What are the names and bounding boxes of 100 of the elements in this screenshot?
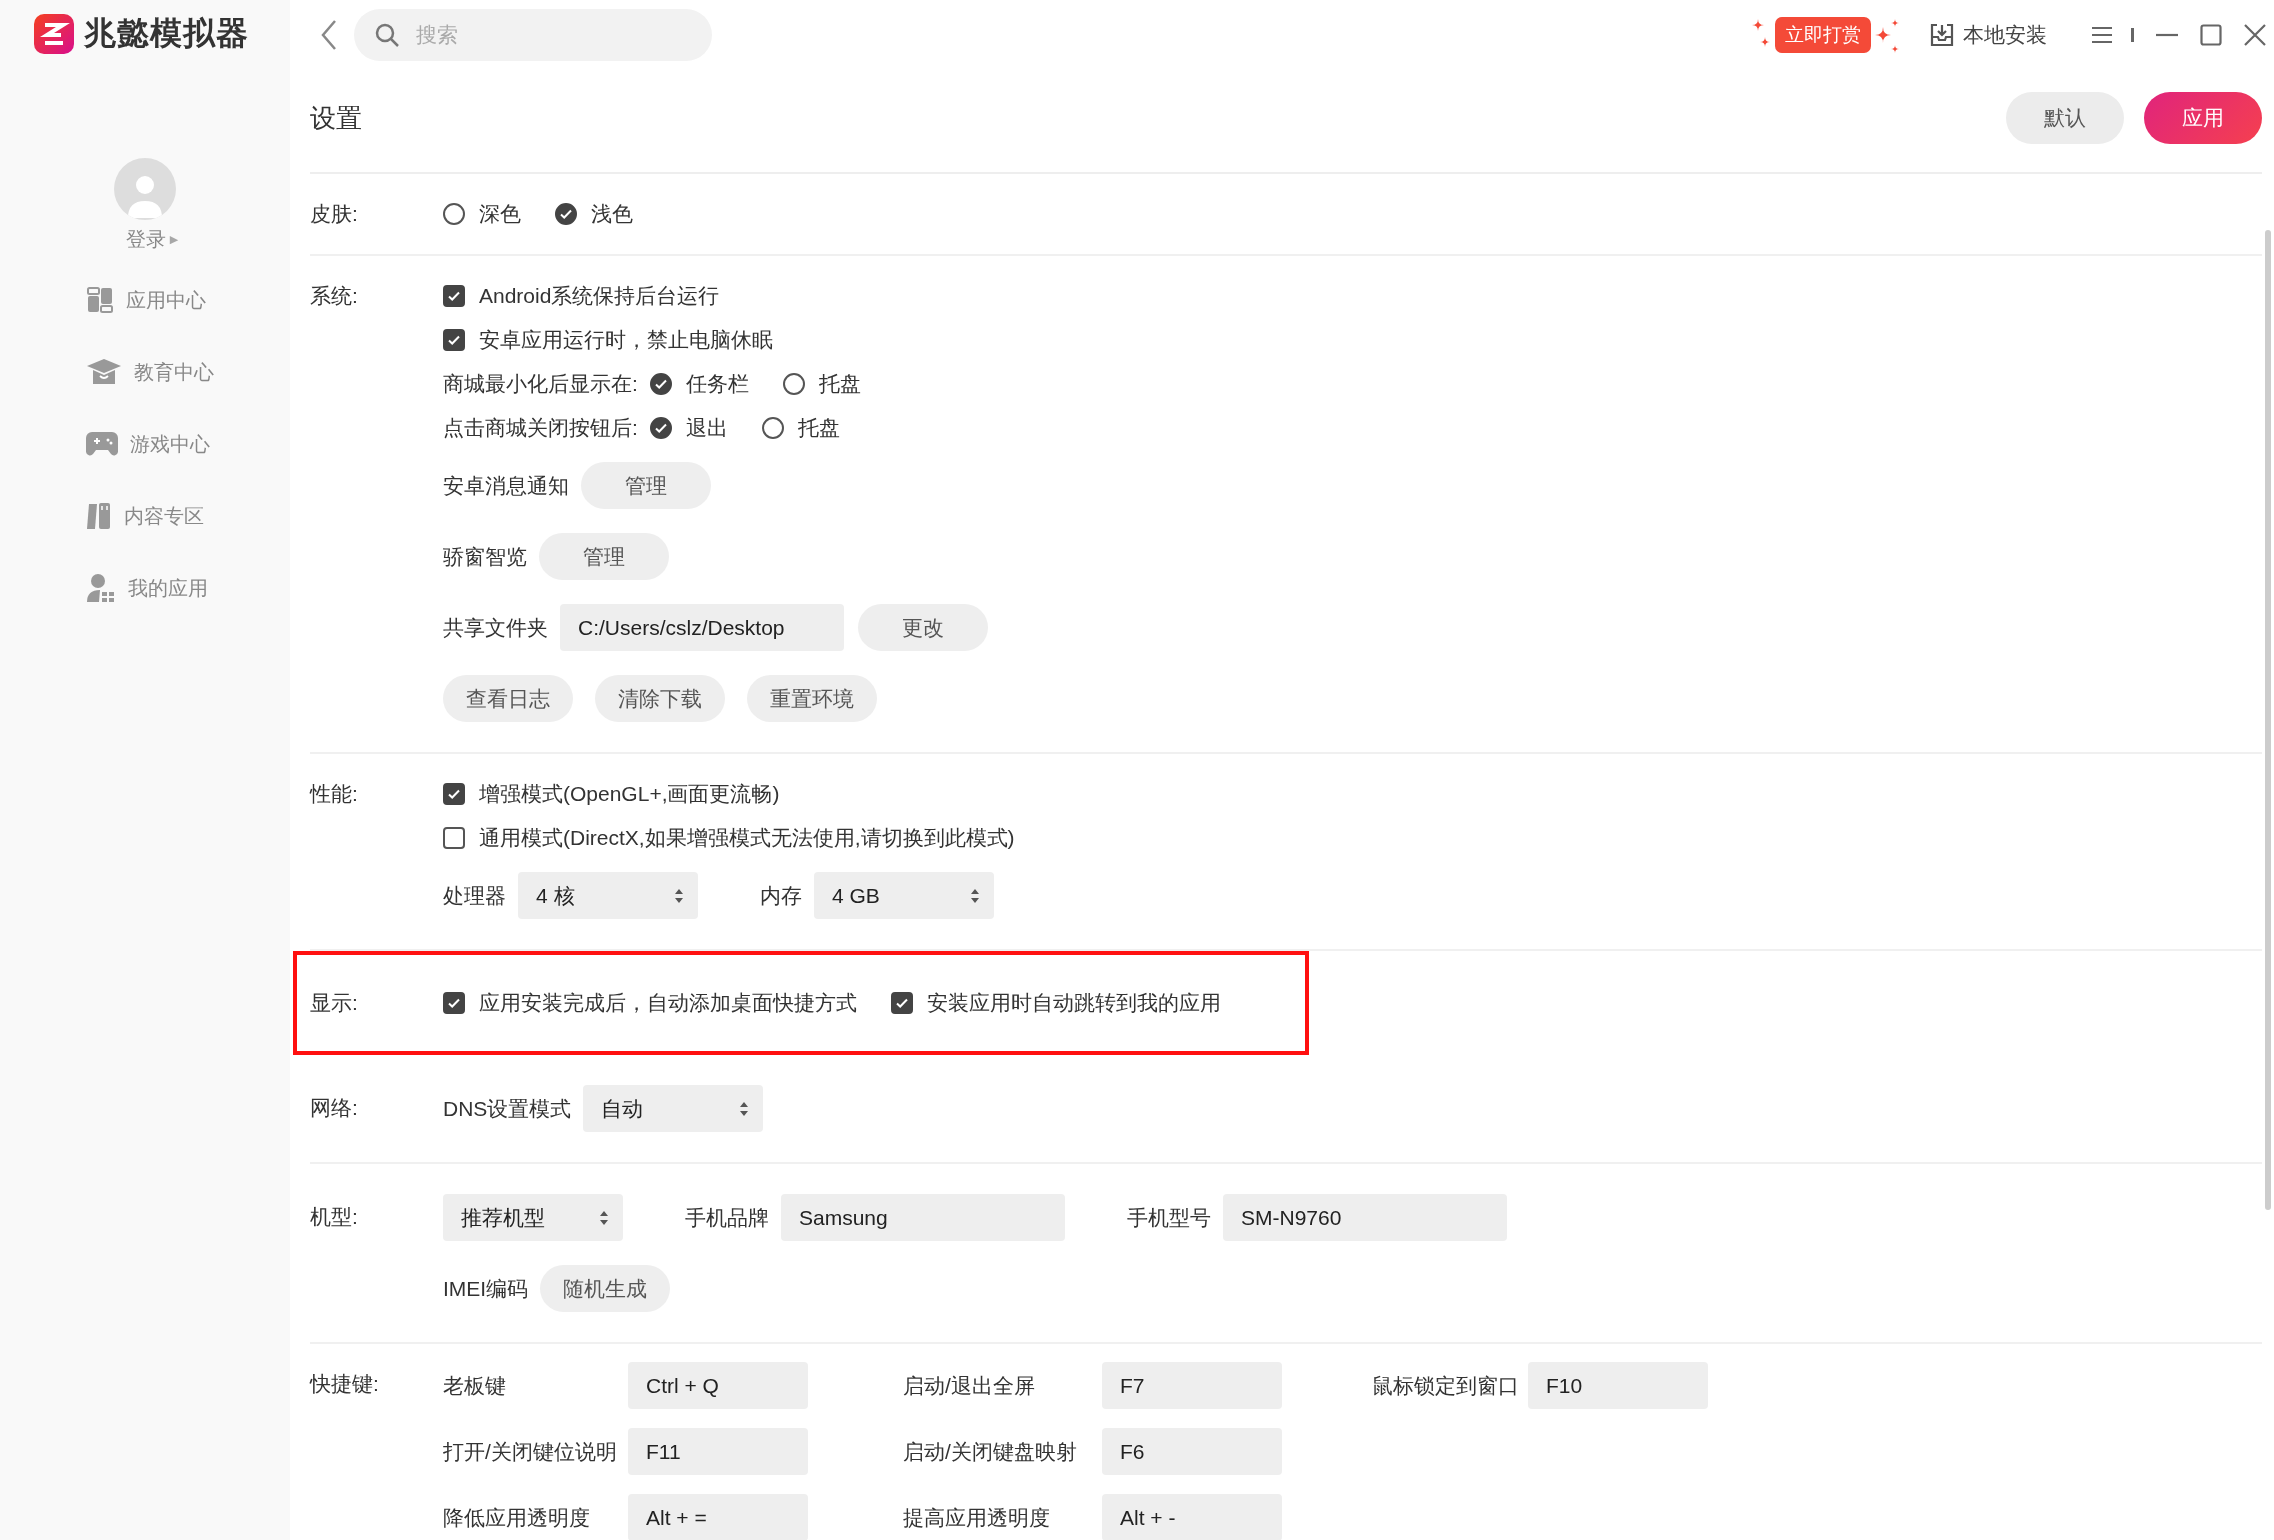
app-logo-icon (34, 14, 74, 54)
section-label: 机型: (310, 1204, 359, 1230)
checkbox[interactable]: 安装应用时自动跳转到我的应用 (891, 989, 1221, 1017)
shortcut-label: 鼠标锁定到窗口 (1372, 1373, 1520, 1399)
pill-button[interactable]: 管理 (539, 533, 669, 580)
field-label: 手机型号 (1127, 1204, 1211, 1231)
field-label: 安卓消息通知 (443, 472, 569, 499)
checkbox-label: 安装应用时自动跳转到我的应用 (927, 990, 1221, 1016)
pill-button[interactable]: 重置环境 (747, 675, 877, 722)
radio-button[interactable] (443, 203, 465, 225)
check-icon (447, 787, 461, 801)
radio-label: 深色 (479, 201, 521, 227)
select-dropdown[interactable]: 4 核 (518, 872, 698, 919)
field-label: 内存 (760, 882, 802, 909)
checkbox[interactable]: 安卓应用运行时，禁止电脑休眠 (443, 326, 773, 354)
select-dropdown[interactable]: 4 GB (814, 872, 994, 919)
section-label: 皮肤: (310, 201, 359, 227)
shortcut-field[interactable]: F11 (628, 1428, 808, 1475)
shortcut-field[interactable]: F10 (1528, 1362, 1708, 1409)
shortcut-label: 打开/关闭键位说明 (443, 1439, 618, 1465)
radio-option[interactable]: 退出 (649, 414, 728, 442)
field-label: 手机品牌 (685, 1204, 769, 1231)
default-button[interactable]: 默认 (2006, 92, 2124, 144)
checkbox-label: Android系统保持后台运行 (479, 283, 720, 309)
shortcut-label: 启动/关闭键盘映射 (903, 1439, 1078, 1465)
checkbox-box[interactable] (443, 992, 465, 1014)
radio-option[interactable]: 托盘 (782, 370, 861, 398)
checkbox-label: 应用安装完成后，自动添加桌面快捷方式 (479, 990, 857, 1016)
check-icon (447, 289, 461, 303)
checkbox-box[interactable] (891, 992, 913, 1014)
input-field[interactable]: C:/Users/cslz/Desktop (560, 604, 844, 651)
shortcut-field[interactable]: Ctrl + Q (628, 1362, 808, 1409)
app-name: 兆懿模拟器 (84, 14, 249, 53)
pill-button[interactable]: 清除下载 (595, 675, 725, 722)
updown-caret-icon (970, 887, 980, 904)
checkbox-box[interactable] (443, 329, 465, 351)
graduation-cap-icon (86, 358, 122, 386)
field-label: 共享文件夹 (443, 614, 548, 641)
grid-icon (86, 286, 114, 314)
checkbox-label: 增强模式(OpenGL+,画面更流畅) (479, 781, 780, 807)
scrollbar-thumb[interactable] (2265, 230, 2271, 1210)
checkbox-box[interactable] (443, 285, 465, 307)
updown-caret-icon (599, 1209, 609, 1226)
pill-button[interactable]: 管理 (581, 462, 711, 509)
gamepad-icon (86, 431, 118, 457)
field-label: 点击商城关闭按钮后: (443, 415, 638, 441)
checkbox-label: 安卓应用运行时，禁止电脑休眠 (479, 327, 773, 353)
radio-option[interactable]: 浅色 (555, 200, 633, 228)
radio-button[interactable] (761, 417, 784, 439)
field-label: DNS设置模式 (443, 1095, 572, 1122)
shortcut-field[interactable]: Alt + = (628, 1494, 808, 1540)
section-label: 网络: (310, 1095, 359, 1121)
login-link[interactable]: 登录 (125, 226, 166, 253)
checkbox-box[interactable] (443, 827, 465, 849)
radio-option[interactable]: 任务栏 (649, 370, 749, 398)
updown-caret-icon (739, 1100, 750, 1117)
local-install-button[interactable]: 本地安装 (1923, 20, 2053, 50)
select-dropdown[interactable]: 推荐机型 (443, 1194, 623, 1241)
menu-icon[interactable] (2091, 26, 2113, 44)
pill-button[interactable]: 随机生成 (540, 1265, 671, 1312)
minimize-icon[interactable] (2156, 33, 2178, 37)
maximize-icon[interactable] (2200, 24, 2222, 46)
radio-button[interactable] (555, 203, 577, 225)
sidebar-item[interactable]: 游戏中心 (86, 427, 214, 461)
section-label: 显示: (310, 990, 359, 1016)
checkbox[interactable]: Android系统保持后台运行 (443, 282, 720, 310)
radio-option[interactable]: 深色 (443, 200, 521, 228)
check-icon (895, 996, 909, 1010)
close-icon[interactable] (2244, 24, 2266, 46)
radio-label: 托盘 (818, 371, 861, 397)
input-field[interactable]: SM-N9760 (1223, 1194, 1507, 1241)
apply-button[interactable]: 应用 (2144, 92, 2262, 144)
pill-button[interactable]: 查看日志 (443, 675, 573, 722)
radio-label: 任务栏 (685, 371, 749, 397)
pill-button[interactable]: 更改 (858, 604, 988, 651)
books-icon (86, 502, 112, 530)
shortcut-field[interactable]: Alt + - (1102, 1494, 1282, 1540)
checkbox-box[interactable] (443, 783, 465, 805)
select-dropdown[interactable]: 自动 (583, 1085, 764, 1132)
arrow-glyph: ▶ (169, 233, 179, 246)
radio-label: 浅色 (591, 201, 633, 227)
check-icon (559, 207, 573, 221)
check-icon (653, 377, 668, 391)
page-title: 设置 (310, 101, 363, 135)
radio-button[interactable] (782, 373, 805, 395)
search-field[interactable]: 搜索 (354, 9, 712, 61)
check-icon (447, 333, 461, 347)
checkbox[interactable]: 增强模式(OpenGL+,画面更流畅) (443, 780, 780, 808)
back-button[interactable] (320, 19, 338, 51)
shortcut-field[interactable]: F6 (1102, 1428, 1282, 1475)
checkbox[interactable]: 应用安装完成后，自动添加桌面快捷方式 (443, 989, 857, 1017)
radio-button[interactable] (649, 417, 672, 439)
radio-label: 退出 (685, 415, 728, 441)
input-field[interactable]: Samsung (781, 1194, 1065, 1241)
radio-button[interactable] (649, 373, 672, 395)
radio-option[interactable]: 托盘 (761, 414, 840, 442)
shortcut-field[interactable]: F7 (1102, 1362, 1282, 1409)
field-label: IMEI编码 (443, 1275, 529, 1302)
shortcut-label: 老板键 (443, 1373, 507, 1399)
search-icon (374, 22, 400, 48)
